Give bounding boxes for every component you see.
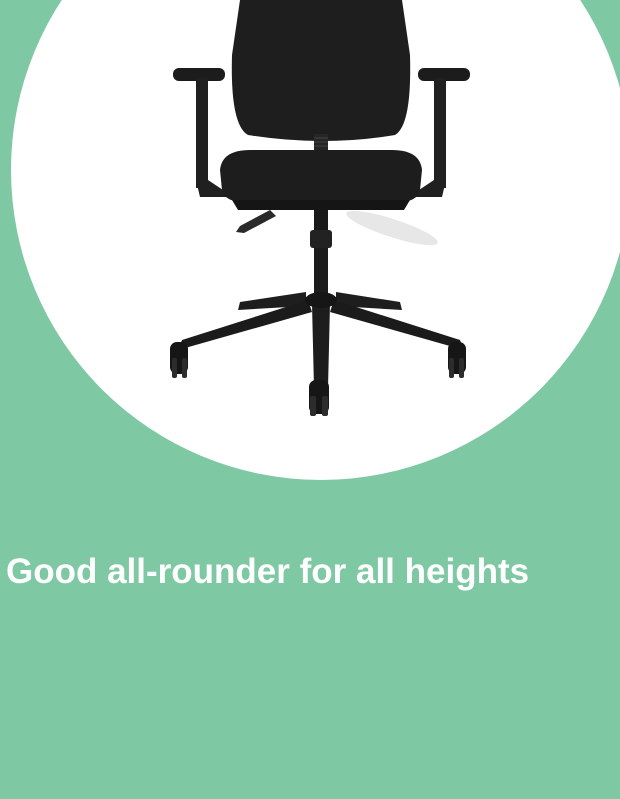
office-chair-icon xyxy=(170,0,470,416)
product-card[interactable]: Good all-rounder for all heights xyxy=(0,0,620,799)
product-caption: Good all-rounder for all heights xyxy=(6,552,530,591)
